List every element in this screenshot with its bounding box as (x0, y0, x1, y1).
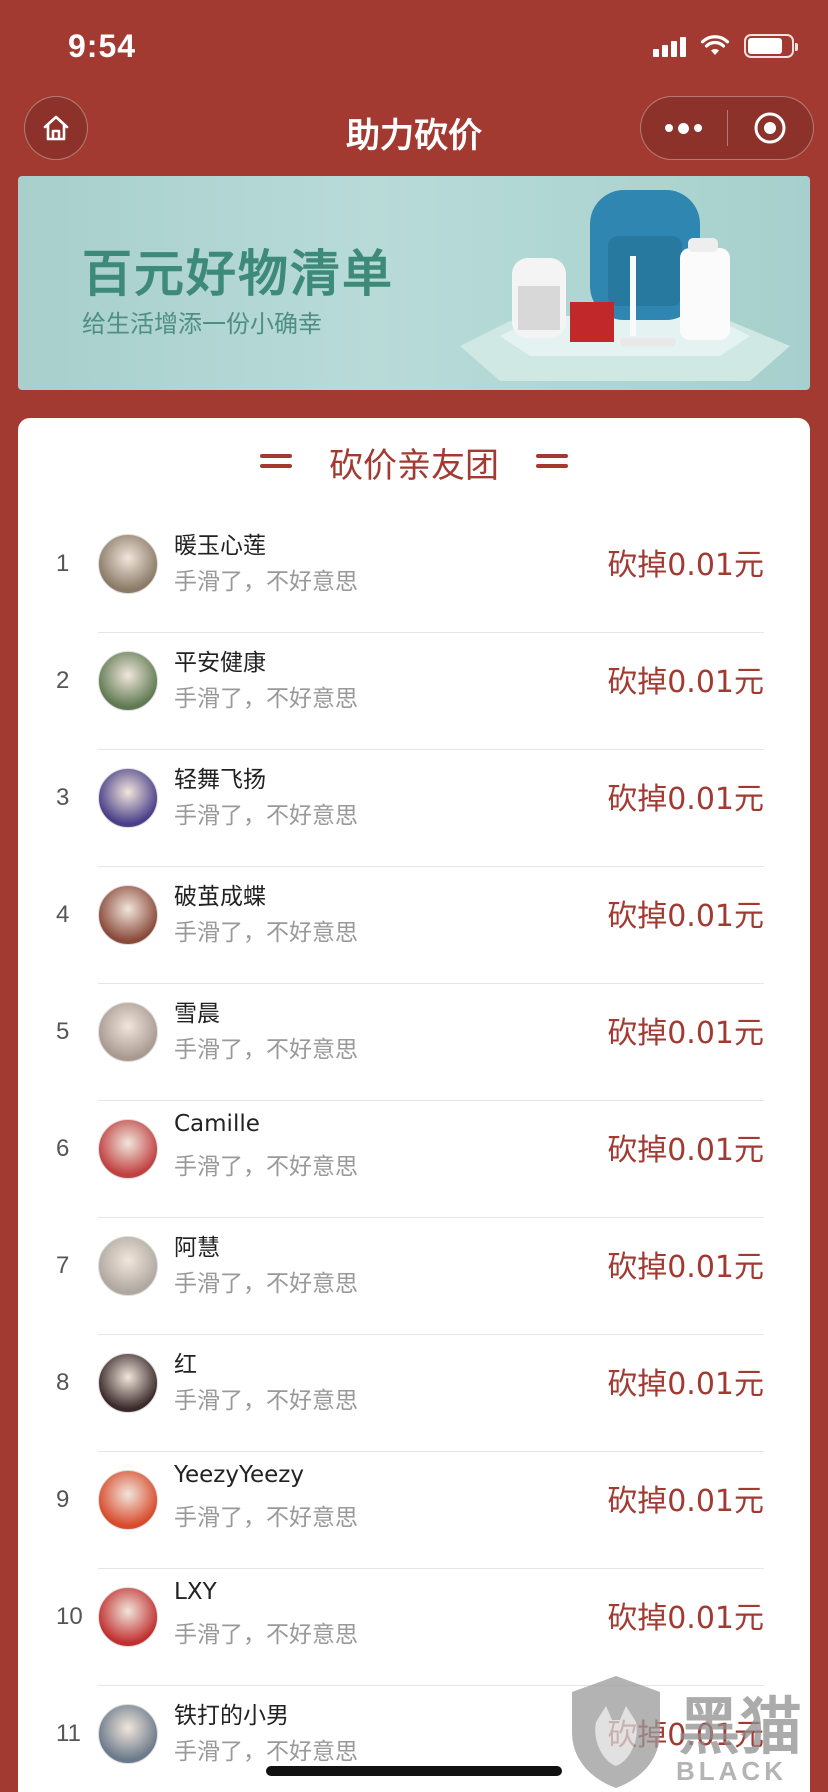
more-icon (665, 122, 703, 134)
watermark-cn: 黑猫 (678, 1690, 803, 1763)
status-icons (653, 34, 798, 58)
avatar[interactable] (98, 1353, 158, 1413)
helper-message: 手滑了，不好意思 (174, 1739, 358, 1765)
list-item: 5 雪晨 手滑了，不好意思 砍掉0.01元 (18, 984, 810, 1101)
list-item: 6 Camille 手滑了，不好意思 砍掉0.01元 (18, 1101, 810, 1218)
banner-subtitle: 给生活增添一份小确幸 (82, 310, 322, 338)
cut-amount: 砍掉0.01元 (607, 1484, 764, 1519)
helper-message: 手滑了，不好意思 (174, 569, 358, 595)
avatar[interactable] (98, 885, 158, 945)
watermark-en: BLACK CAT (676, 1756, 787, 1792)
battery-level (748, 38, 782, 54)
products-illustration (460, 190, 790, 381)
helper-name: 轻舞飞扬 (174, 767, 266, 793)
cut-amount: 砍掉0.01元 (607, 548, 764, 583)
helper-card: 砍价亲友团 1 暖玉心莲 手滑了，不好意思 砍掉0.01元 2 平安健康 手滑了，不好意思砍… (18, 418, 810, 1792)
nav-bar: 助力砍价 (0, 96, 828, 184)
status-time: 9:54 (68, 28, 137, 64)
list-item: 9 YeezyYeezy 手滑了，不好意思 砍掉0.01元 (18, 1452, 810, 1569)
helper-message: 手滑了，不好意思 (174, 686, 358, 712)
helper-message: 手滑了，不好意思 (174, 1154, 358, 1180)
helper-message: 手滑了，不好意思 (174, 1505, 358, 1531)
cut-amount: 砍掉0.01元 (607, 1250, 764, 1285)
helper-name: 铁打的小男 (174, 1703, 289, 1729)
list-item: 1 暖玉心莲 手滑了，不好意思 砍掉0.01元 (18, 516, 810, 633)
avatar[interactable] (98, 768, 158, 828)
avatar[interactable] (98, 1119, 158, 1179)
wifi-icon (700, 35, 730, 55)
cellular-signal-icon (653, 35, 686, 57)
promo-banner[interactable]: 百元好物清单 给生活增添一份小确幸 (18, 176, 810, 390)
avatar[interactable] (98, 1704, 158, 1764)
cut-amount: 砍掉0.01元 (607, 899, 764, 934)
section-title: 砍价亲友团 (329, 446, 499, 486)
helper-name: 破茧成蝶 (174, 884, 266, 910)
list-item: 2 平安健康 手滑了，不好意思 砍掉0.01元 (18, 633, 810, 750)
home-indicator (266, 1766, 562, 1776)
avatar[interactable] (98, 1587, 158, 1647)
avatar[interactable] (98, 1002, 158, 1062)
helper-name: 红 (174, 1352, 197, 1378)
helper-name: 暖玉心莲 (174, 533, 266, 559)
cut-amount: 砍掉0.01元 (607, 782, 764, 817)
cut-amount: 砍掉0.01元 (607, 1367, 764, 1402)
helper-message: 手滑了，不好意思 (174, 1388, 358, 1414)
cut-amount: 砍掉0.01元 (607, 1133, 764, 1168)
cut-amount: 砍掉0.01元 (607, 665, 764, 700)
helper-name: YeezyYeezy (174, 1462, 304, 1488)
helper-name: 阿慧 (174, 1235, 220, 1261)
helper-list: 1 暖玉心莲 手滑了，不好意思 砍掉0.01元 2 平安健康 手滑了，不好意思 砍掉0.01元… (18, 516, 810, 1792)
list-item: 10 LXY 手滑了，不好意思 砍掉0.01元 (18, 1569, 810, 1686)
close-target-icon (754, 112, 786, 144)
watermark: 黑猫 BLACK CAT (558, 1670, 828, 1792)
cat-shield-icon (572, 1676, 660, 1788)
avatar[interactable] (98, 651, 158, 711)
list-item: 8 红手滑了，不好意思 砍掉0.01元 (18, 1335, 810, 1452)
battery-icon (744, 34, 798, 58)
cut-amount: 砍掉0.01元 (607, 1016, 764, 1051)
list-item: 4 破茧成蝶 手滑了，不好意思 砍掉0.01元 (18, 867, 810, 984)
list-item: 3 轻舞飞扬 手滑了，不好意思 砍掉0.01元 (18, 750, 810, 867)
helper-message: 手滑了，不好意思 (174, 1622, 358, 1648)
helper-message: 手滑了，不好意思 (174, 1271, 358, 1297)
title-decoration-right (536, 454, 568, 474)
mini-program-capsule (640, 96, 814, 160)
more-button[interactable] (641, 97, 727, 159)
helper-message: 手滑了，不好意思 (174, 920, 358, 946)
helper-message: 手滑了，不好意思 (174, 803, 358, 829)
list-item: 7 阿慧 手滑了，不好意思 砍掉0.01元 (18, 1218, 810, 1335)
avatar[interactable] (98, 1236, 158, 1296)
status-bar: 9:54 (0, 0, 828, 96)
avatar[interactable] (98, 534, 158, 594)
helper-name: 雪晨 (174, 1001, 220, 1027)
avatar[interactable] (98, 1470, 158, 1530)
helper-message: 手滑了，不好意思 (174, 1037, 358, 1063)
cut-amount: 砍掉0.01元 (607, 1601, 764, 1636)
banner-title: 百元好物清单 (82, 245, 394, 303)
close-button[interactable] (728, 97, 814, 159)
helper-name: LXY (174, 1579, 217, 1605)
helper-name: 平安健康 (174, 650, 266, 676)
helper-name: Camille (174, 1111, 260, 1137)
